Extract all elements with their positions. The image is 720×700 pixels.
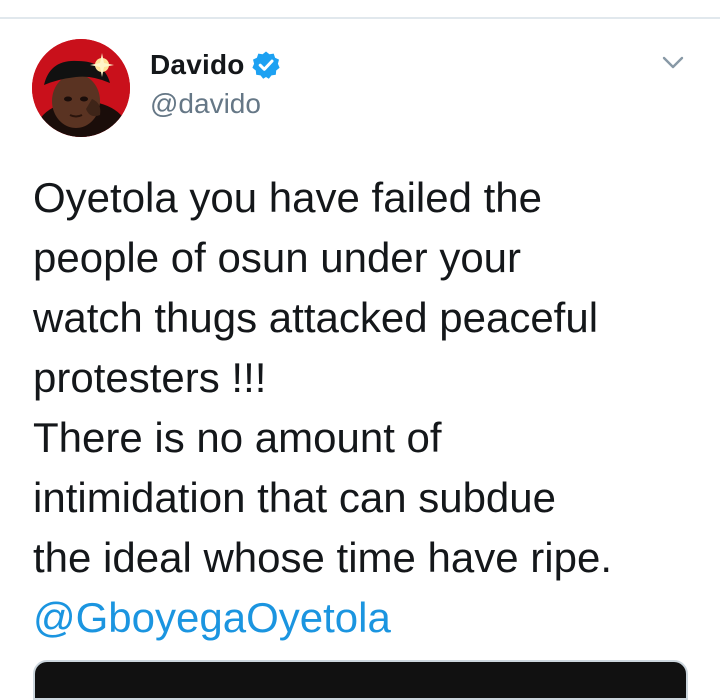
tweet-line: Oyetola you have failed the bbox=[33, 174, 543, 221]
avatar[interactable] bbox=[32, 39, 130, 137]
verified-badge-icon bbox=[251, 50, 281, 80]
top-divider bbox=[0, 17, 720, 19]
tweet-line: protesters !!! bbox=[33, 354, 267, 401]
tweet-line: people of osun under your bbox=[33, 234, 522, 281]
tweet-line: the ideal whose time have ripe. bbox=[33, 534, 612, 581]
name-row: Davido bbox=[150, 47, 281, 83]
tweet-line: intimidation that can subdue bbox=[33, 474, 557, 521]
mention-link[interactable]: @GboyegaOyetola bbox=[33, 588, 703, 648]
tweet-line: There is no amount of bbox=[33, 414, 442, 461]
tweet-line: watch thugs attacked peaceful bbox=[33, 294, 599, 341]
chevron-down-icon[interactable] bbox=[660, 50, 686, 76]
media-preview[interactable] bbox=[33, 660, 688, 700]
display-name[interactable]: Davido bbox=[150, 49, 245, 81]
user-handle[interactable]: @davido bbox=[150, 88, 261, 120]
profile-photo bbox=[32, 39, 130, 137]
tweet-text: Oyetola you have failed the people of os… bbox=[33, 168, 703, 648]
